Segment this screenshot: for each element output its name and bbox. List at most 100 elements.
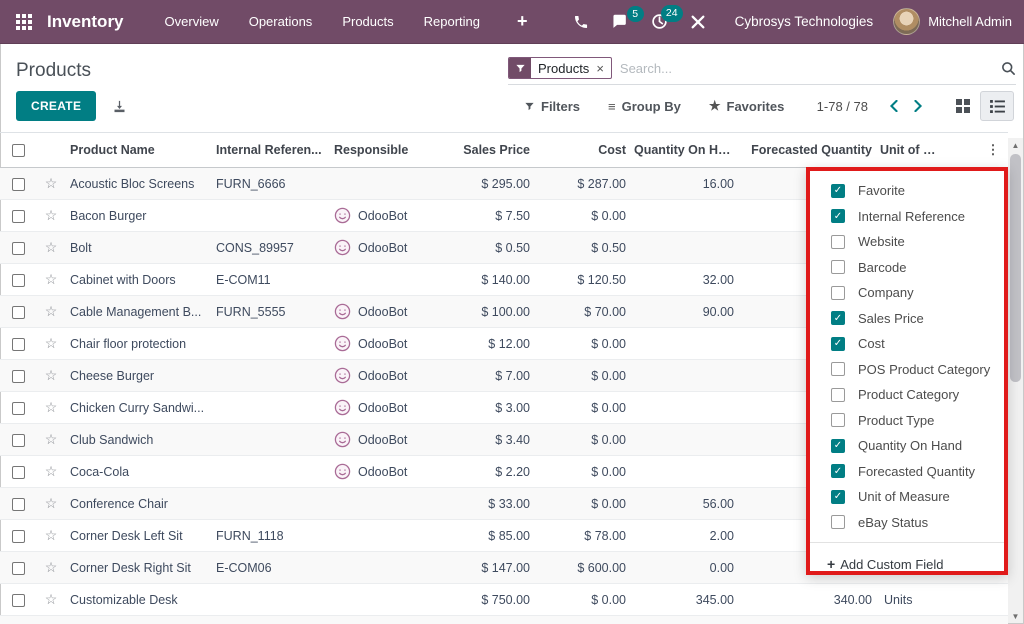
header-quantity-on-hand[interactable]: Quantity On Ha... (630, 133, 738, 168)
favorite-star-icon[interactable]: ☆ (45, 239, 58, 255)
user-avatar[interactable] (893, 8, 920, 35)
favorite-star-icon[interactable]: ☆ (45, 559, 58, 575)
checkbox[interactable]: ✓ (831, 311, 845, 325)
checkbox[interactable]: ✓ (831, 337, 845, 351)
favorite-star-icon[interactable]: ☆ (45, 463, 58, 479)
scroll-up-arrow[interactable]: ▲ (1008, 138, 1023, 152)
column-toggle-product-type[interactable]: Product Type (810, 408, 1004, 434)
checkbox[interactable]: ✓ (831, 184, 845, 198)
header-responsible[interactable]: Responsible (330, 133, 442, 168)
favorite-star-icon[interactable]: ☆ (45, 175, 58, 191)
vertical-scrollbar[interactable]: ▲ ▼ (1008, 138, 1023, 623)
column-toggle-barcode[interactable]: Barcode (810, 255, 1004, 281)
column-toggle-pos-product-category[interactable]: POS Product Category (810, 357, 1004, 383)
table-row[interactable]: ☆Customizable Desk$ 750.00$ 0.00345.0034… (0, 584, 1008, 616)
checkbox[interactable]: ✓ (831, 439, 845, 453)
table-row[interactable]: ☆Desk CombinationFURN_7000$ 450.00$ 300.… (0, 616, 1008, 624)
phone-icon[interactable] (562, 14, 600, 30)
column-toggle-favorite[interactable]: ✓Favorite (810, 178, 1004, 204)
checkbox[interactable] (831, 362, 845, 376)
row-checkbox[interactable] (12, 466, 25, 479)
facet-close-icon[interactable]: × (596, 61, 611, 76)
row-checkbox[interactable] (12, 530, 25, 543)
new-menu-plus-icon[interactable]: + (517, 11, 528, 32)
favorite-star-icon[interactable]: ☆ (45, 335, 58, 351)
favorite-star-icon[interactable]: ☆ (45, 207, 58, 223)
select-all-checkbox[interactable] (12, 144, 25, 157)
favorites-button[interactable]: ★ Favorites (709, 98, 784, 114)
row-checkbox[interactable] (12, 402, 25, 415)
messages-icon[interactable]: 5 (600, 14, 640, 30)
row-checkbox[interactable] (12, 370, 25, 383)
activities-clock-icon[interactable]: 24 (640, 13, 679, 30)
row-checkbox[interactable] (12, 242, 25, 255)
row-checkbox[interactable] (12, 306, 25, 319)
column-toggle-internal-reference[interactable]: ✓Internal Reference (810, 204, 1004, 230)
add-custom-field-button[interactable]: + Add Custom Field (810, 550, 1004, 578)
favorite-star-icon[interactable]: ☆ (45, 527, 58, 543)
favorite-star-icon[interactable]: ☆ (45, 303, 58, 319)
header-internal-reference[interactable]: Internal Referen... (212, 133, 330, 168)
column-toggle-forecasted-quantity[interactable]: ✓Forecasted Quantity (810, 459, 1004, 485)
row-checkbox[interactable] (12, 338, 25, 351)
nav-menu-reporting[interactable]: Reporting (409, 0, 495, 44)
responsible-avatar (334, 367, 351, 384)
nav-menu-operations[interactable]: Operations (234, 0, 328, 44)
group-by-button[interactable]: ≡ Group By (608, 99, 681, 114)
scroll-down-arrow[interactable]: ▼ (1008, 609, 1023, 623)
column-toggle-unit-of-measure[interactable]: ✓Unit of Measure (810, 484, 1004, 510)
column-toggle-sales-price[interactable]: ✓Sales Price (810, 306, 1004, 332)
apps-menu-icon[interactable] (16, 14, 32, 30)
checkbox[interactable] (831, 515, 845, 529)
row-checkbox[interactable] (12, 562, 25, 575)
create-button[interactable]: CREATE (16, 91, 96, 121)
filters-button[interactable]: Filters (524, 99, 580, 114)
favorite-star-icon[interactable]: ☆ (45, 495, 58, 511)
app-name[interactable]: Inventory (47, 12, 124, 32)
row-checkbox[interactable] (12, 594, 25, 607)
optional-columns-toggle-icon[interactable]: ⋮ (978, 133, 1008, 168)
export-download-icon[interactable] (112, 99, 127, 114)
header-sales-price[interactable]: Sales Price (442, 133, 534, 168)
pager-next-button[interactable] (906, 97, 930, 115)
column-toggle-product-category[interactable]: Product Category (810, 382, 1004, 408)
checkbox[interactable] (831, 388, 845, 402)
scrollbar-thumb[interactable] (1010, 154, 1021, 382)
checkbox[interactable] (831, 260, 845, 274)
row-checkbox[interactable] (12, 498, 25, 511)
checkbox[interactable]: ✓ (831, 464, 845, 478)
checkbox[interactable]: ✓ (831, 209, 845, 223)
favorite-star-icon[interactable]: ☆ (45, 399, 58, 415)
header-unit-of-measure[interactable]: Unit of Measure (876, 133, 948, 168)
user-name[interactable]: Mitchell Admin (928, 14, 1012, 29)
row-checkbox[interactable] (12, 210, 25, 223)
column-toggle-quantity-on-hand[interactable]: ✓Quantity On Hand (810, 433, 1004, 459)
row-checkbox[interactable] (12, 274, 25, 287)
favorite-star-icon[interactable]: ☆ (45, 591, 58, 607)
checkbox[interactable]: ✓ (831, 490, 845, 504)
nav-menu-overview[interactable]: Overview (150, 0, 234, 44)
favorite-star-icon[interactable]: ☆ (45, 367, 58, 383)
column-toggle-cost[interactable]: ✓Cost (810, 331, 1004, 357)
column-toggle-company[interactable]: Company (810, 280, 1004, 306)
header-forecasted-quantity[interactable]: Forecasted Quantity (738, 133, 876, 168)
column-toggle-ebay-status[interactable]: eBay Status (810, 510, 1004, 536)
header-cost[interactable]: Cost (534, 133, 630, 168)
kanban-view-button[interactable] (946, 91, 980, 121)
search-icon[interactable] (1001, 61, 1016, 76)
column-toggle-website[interactable]: Website (810, 229, 1004, 255)
list-view-button[interactable] (980, 91, 1014, 121)
checkbox[interactable] (831, 235, 845, 249)
pager-previous-button[interactable] (882, 97, 906, 115)
favorite-star-icon[interactable]: ☆ (45, 431, 58, 447)
company-switcher[interactable]: Cybrosys Technologies (735, 14, 874, 29)
tools-icon[interactable] (679, 14, 717, 30)
search-input[interactable] (620, 61, 1001, 76)
header-product-name[interactable]: Product Name (66, 133, 212, 168)
row-checkbox[interactable] (12, 178, 25, 191)
checkbox[interactable] (831, 286, 845, 300)
checkbox[interactable] (831, 413, 845, 427)
favorite-star-icon[interactable]: ☆ (45, 271, 58, 287)
row-checkbox[interactable] (12, 434, 25, 447)
nav-menu-products[interactable]: Products (327, 0, 408, 44)
